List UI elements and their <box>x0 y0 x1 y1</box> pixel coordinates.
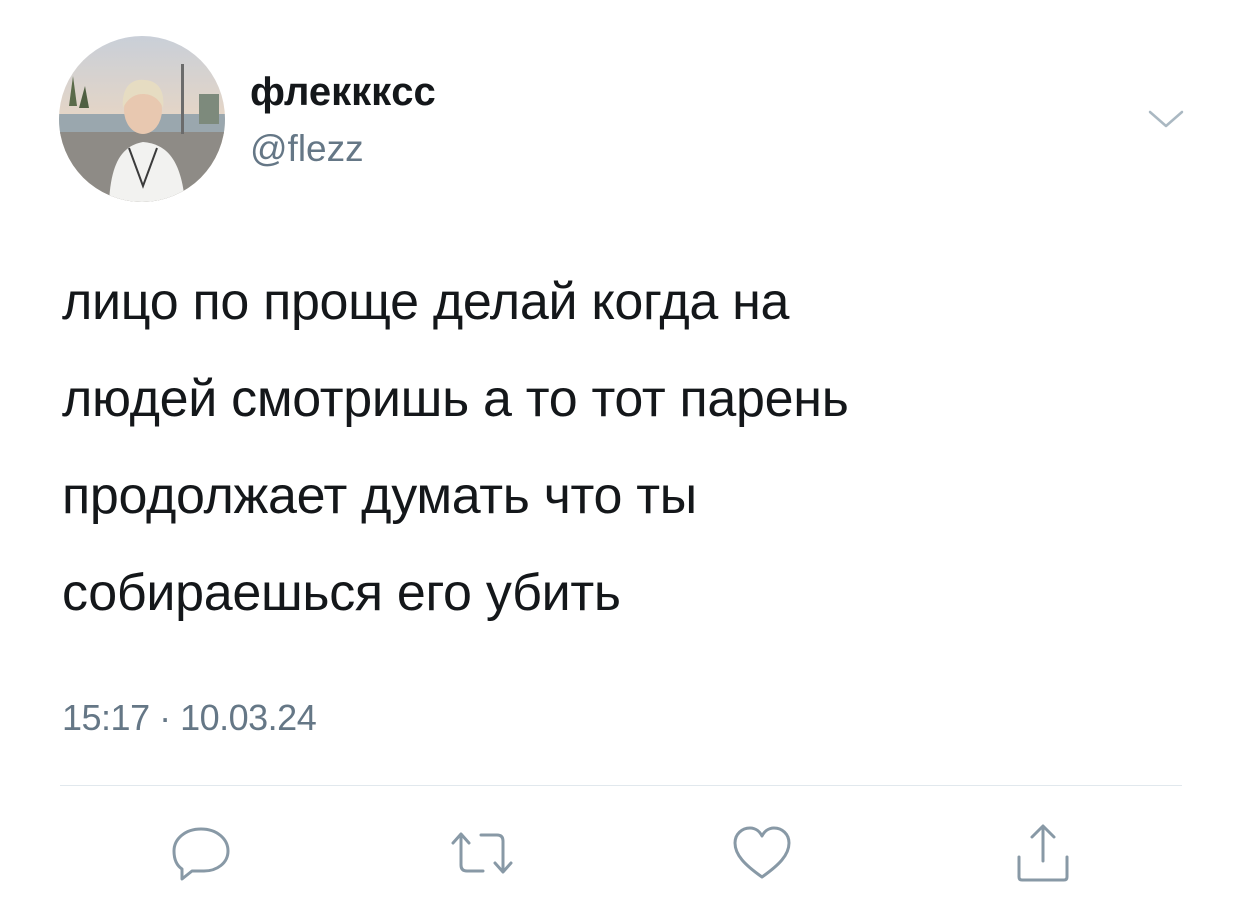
tweet-timestamp[interactable]: 15:17 · 10.03.24 <box>62 694 317 742</box>
tweet-text-line: собираешься его убить <box>62 564 621 622</box>
tweet-card: флекккcс @flezz лицо по проще делай когд… <box>0 0 1242 918</box>
chevron-down-icon[interactable] <box>1146 104 1186 134</box>
heart-icon <box>733 826 791 879</box>
tweet-text-line: продолжает думать что ты <box>62 467 697 525</box>
avatar[interactable] <box>59 36 225 202</box>
avatar-image <box>59 36 225 202</box>
divider <box>60 785 1182 786</box>
reply-button[interactable] <box>166 818 236 888</box>
retweet-icon <box>451 832 513 874</box>
tweet-text: лицо по проще делай когда на людей смотр… <box>62 254 1192 642</box>
share-icon <box>1017 824 1069 882</box>
share-button[interactable] <box>1008 818 1078 888</box>
reply-icon <box>172 827 230 881</box>
tweet-text-line: лицо по проще делай когда на <box>62 273 790 331</box>
like-button[interactable] <box>727 818 797 888</box>
tweet-text-line: людей смотришь а то тот парень <box>62 370 849 428</box>
display-name[interactable]: флекккcс <box>250 66 436 118</box>
user-handle[interactable]: @flezz <box>250 125 364 173</box>
bottom-edge <box>0 914 1242 918</box>
retweet-button[interactable] <box>447 818 517 888</box>
